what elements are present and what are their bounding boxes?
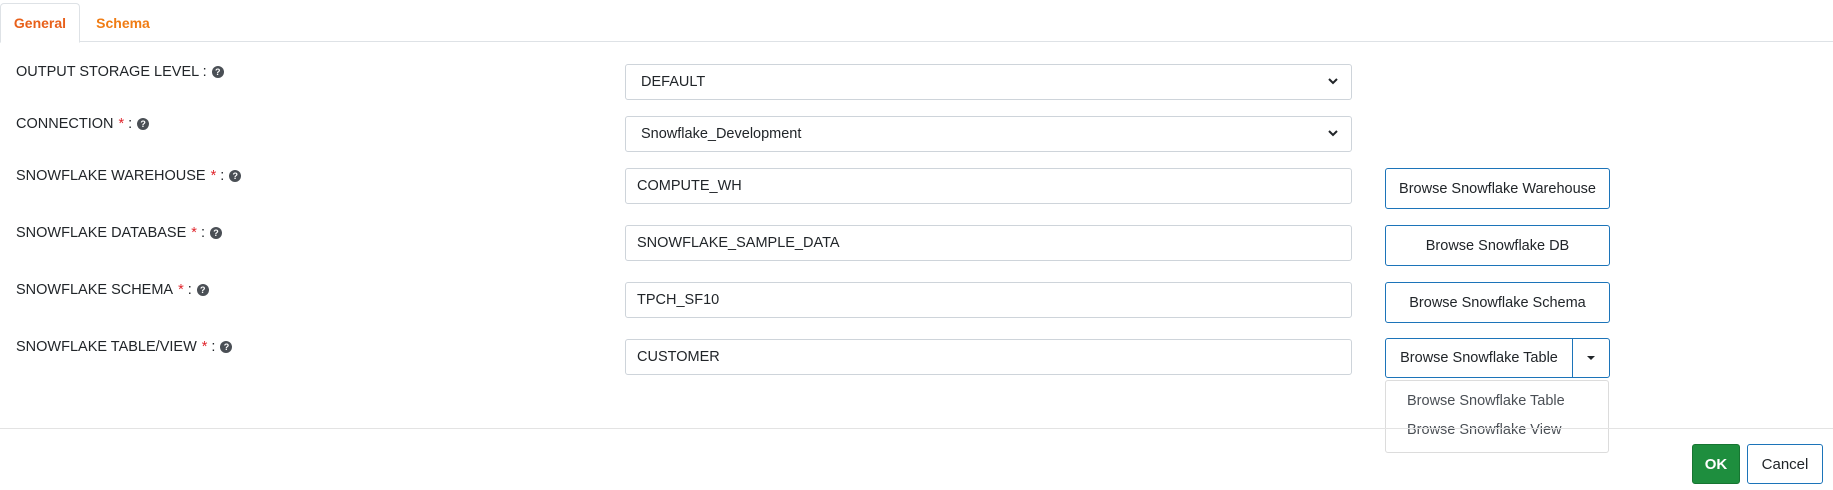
- table-view-value: CUSTOMER: [637, 349, 720, 365]
- output-storage-level-value: DEFAULT: [641, 74, 706, 90]
- tab-schema[interactable]: Schema: [80, 3, 166, 43]
- question-circle-icon[interactable]: ?: [196, 284, 209, 296]
- output-storage-level-label-text: OUTPUT STORAGE LEVEL :: [16, 64, 207, 80]
- required-marker: *: [178, 282, 184, 298]
- label-colon: :: [220, 168, 225, 184]
- browse-table-button[interactable]: Browse Snowflake Table: [1385, 338, 1573, 378]
- output-storage-level-label: OUTPUT STORAGE LEVEL : ?: [16, 64, 224, 80]
- warehouse-value: COMPUTE_WH: [637, 178, 742, 194]
- chevron-down-icon: [1328, 78, 1338, 85]
- question-circle-icon[interactable]: ?: [211, 66, 224, 78]
- database-input[interactable]: SNOWFLAKE_SAMPLE_DATA: [625, 225, 1352, 261]
- browse-table-dropdown-menu: Browse Snowflake Table Browse Snowflake …: [1385, 380, 1609, 453]
- browse-warehouse-button[interactable]: Browse Snowflake Warehouse: [1385, 168, 1610, 209]
- connection-label: CONNECTION * : ?: [16, 116, 150, 132]
- label-colon: :: [187, 282, 192, 298]
- table-view-label-text: SNOWFLAKE TABLE/VIEW: [16, 339, 197, 355]
- table-view-input[interactable]: CUSTOMER: [625, 339, 1352, 375]
- connection-value: Snowflake_Development: [641, 126, 802, 142]
- required-marker: *: [118, 116, 125, 132]
- menu-item-browse-table[interactable]: Browse Snowflake Table: [1407, 393, 1565, 409]
- question-circle-icon[interactable]: ?: [209, 227, 222, 239]
- warehouse-input[interactable]: COMPUTE_WH: [625, 168, 1352, 204]
- tab-general[interactable]: General: [0, 3, 80, 43]
- tab-bar: General Schema: [0, 0, 1833, 43]
- question-circle-icon[interactable]: ?: [229, 170, 242, 182]
- schema-value: TPCH_SF10: [637, 292, 720, 308]
- label-colon: :: [200, 225, 205, 241]
- browse-table-dropdown-toggle[interactable]: [1572, 338, 1610, 378]
- chevron-down-icon: [1328, 130, 1338, 137]
- database-label-text: SNOWFLAKE DATABASE: [16, 225, 187, 241]
- connection-label-text: CONNECTION: [16, 116, 114, 132]
- label-colon: :: [211, 339, 216, 355]
- database-label: SNOWFLAKE DATABASE * : ?: [16, 225, 222, 241]
- footer-divider: [0, 428, 1833, 429]
- required-marker: *: [191, 225, 197, 241]
- question-circle-icon[interactable]: ?: [137, 118, 150, 130]
- warehouse-label: SNOWFLAKE WAREHOUSE * : ?: [16, 168, 242, 184]
- cancel-button[interactable]: Cancel: [1747, 444, 1823, 484]
- database-value: SNOWFLAKE_SAMPLE_DATA: [637, 235, 840, 251]
- required-marker: *: [210, 168, 217, 184]
- required-marker: *: [201, 339, 208, 355]
- browse-schema-button[interactable]: Browse Snowflake Schema: [1385, 282, 1610, 323]
- schema-label: SNOWFLAKE SCHEMA * : ?: [16, 282, 209, 298]
- question-circle-icon[interactable]: ?: [220, 341, 233, 353]
- ok-button[interactable]: OK: [1692, 444, 1740, 484]
- caret-down-icon: [1587, 356, 1595, 360]
- output-storage-level-select[interactable]: DEFAULT: [625, 64, 1352, 100]
- schema-input[interactable]: TPCH_SF10: [625, 282, 1352, 318]
- connection-select[interactable]: Snowflake_Development: [625, 116, 1352, 152]
- menu-item-browse-view[interactable]: Browse Snowflake View: [1407, 422, 1561, 438]
- browse-database-button[interactable]: Browse Snowflake DB: [1385, 225, 1610, 266]
- label-colon: :: [128, 116, 133, 132]
- table-view-label: SNOWFLAKE TABLE/VIEW * : ?: [16, 339, 233, 355]
- schema-label-text: SNOWFLAKE SCHEMA: [16, 282, 174, 298]
- warehouse-label-text: SNOWFLAKE WAREHOUSE: [16, 168, 206, 184]
